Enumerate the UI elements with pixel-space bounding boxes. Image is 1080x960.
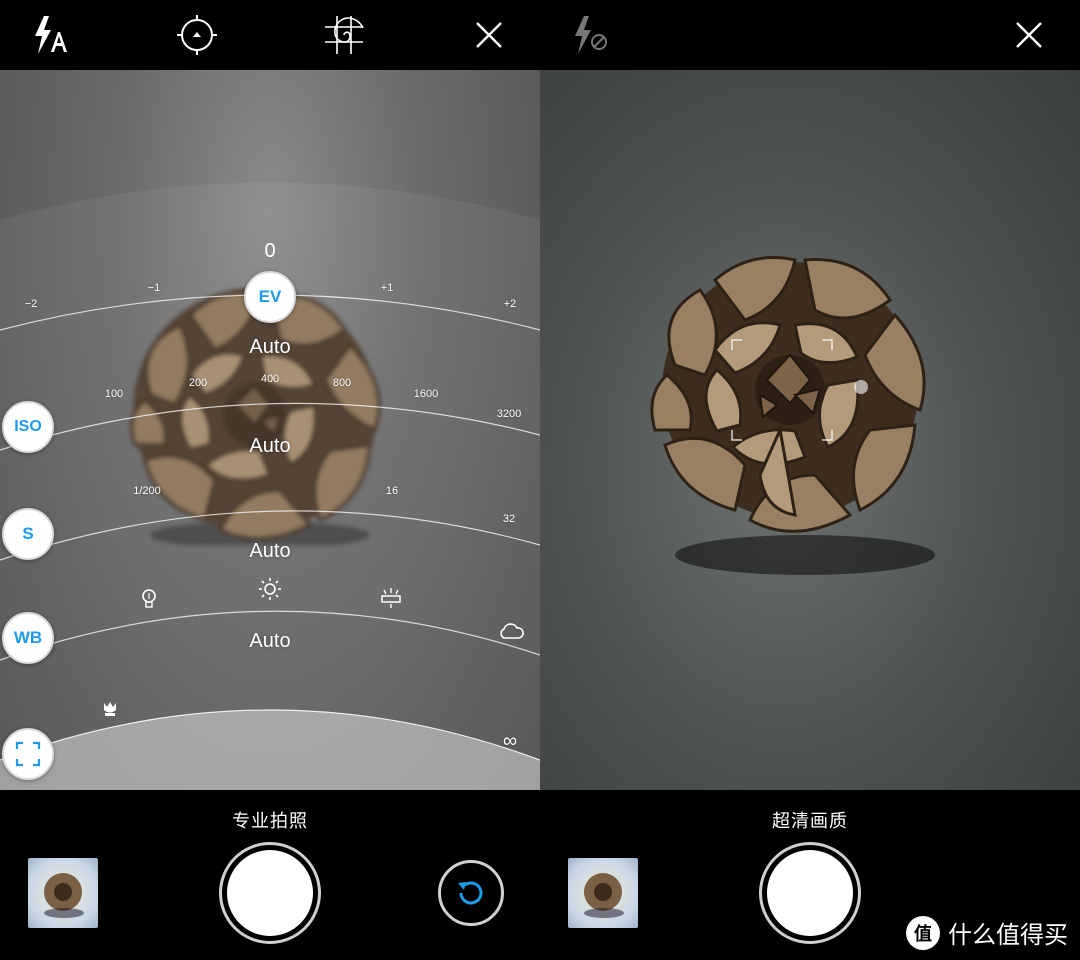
ev-value: 0 — [264, 240, 276, 262]
iso-tick[interactable]: 400 — [261, 373, 279, 385]
daylight-icon[interactable] — [258, 577, 282, 606]
ev-status: Auto — [249, 336, 291, 358]
focus-indicator — [730, 338, 834, 442]
ev-tick: +1 — [380, 282, 394, 294]
golden-spiral-grid-icon[interactable] — [319, 10, 369, 60]
ev-button[interactable]: EV — [244, 271, 296, 323]
viewfinder[interactable]: 0 −2 −1 +1 +2 EV Auto 100 200 400 800 16… — [0, 70, 540, 790]
watermark-text: 什么值得买 — [948, 922, 1068, 949]
mode-label[interactable]: 专业拍照 — [232, 807, 308, 833]
top-toolbar — [540, 0, 1080, 70]
pro-camera-screen: 0 −2 −1 +1 +2 EV Auto 100 200 400 800 16… — [0, 0, 540, 960]
wb-button[interactable]: WB — [2, 612, 54, 664]
shutter-status: Auto — [249, 540, 291, 562]
fluorescent-icon[interactable] — [378, 587, 404, 614]
focus-icon[interactable] — [172, 10, 222, 60]
shutter-tick[interactable]: 16 — [386, 485, 398, 497]
cloudy-icon[interactable] — [498, 622, 524, 645]
focus-frame-icon[interactable] — [2, 728, 54, 780]
close-icon[interactable] — [464, 10, 514, 60]
incandescent-icon[interactable] — [139, 587, 159, 616]
close-icon[interactable] — [1004, 10, 1054, 60]
shutter-button[interactable]: S — [2, 508, 54, 560]
iso-status: Auto — [249, 435, 291, 457]
iso-tick[interactable]: 1600 — [414, 388, 438, 400]
ev-tick: +2 — [503, 298, 517, 310]
pro-controls-overlay: 0 −2 −1 +1 +2 EV Auto 100 200 400 800 16… — [0, 70, 540, 790]
rotate-reset-icon[interactable] — [438, 860, 504, 926]
watermark-logo: 值 — [906, 915, 940, 950]
ev-tick: −2 — [24, 298, 38, 310]
shutter-button[interactable] — [759, 842, 861, 944]
iso-tick[interactable]: 800 — [333, 377, 351, 389]
wb-status: Auto — [249, 630, 291, 652]
exposure-dot[interactable] — [854, 380, 868, 394]
gallery-thumbnail[interactable] — [28, 858, 98, 928]
viewfinder[interactable] — [540, 70, 1080, 790]
gallery-thumbnail[interactable] — [568, 858, 638, 928]
top-toolbar — [0, 0, 540, 70]
watermark: 值 什么值得买 — [906, 915, 1068, 950]
macro-flower-icon[interactable] — [101, 700, 119, 723]
iso-tick[interactable]: 100 — [105, 388, 123, 400]
shutter-button[interactable] — [219, 842, 321, 944]
bottom-controls: 专业拍照 — [0, 790, 540, 960]
parameter-arcs — [0, 182, 540, 790]
shutter-tick[interactable]: 32 — [503, 513, 515, 525]
iso-tick[interactable]: 3200 — [497, 408, 521, 420]
mode-label[interactable]: 超清画质 — [772, 807, 848, 833]
infinity-label[interactable]: ∞ — [503, 730, 517, 753]
iso-button[interactable]: ISO — [2, 401, 54, 453]
hd-camera-screen: 超清画质 值 什么值得买 — [540, 0, 1080, 960]
flash-off-icon[interactable] — [565, 10, 615, 60]
ev-tick: −1 — [147, 282, 161, 294]
flash-auto-icon[interactable] — [25, 10, 75, 60]
iso-tick[interactable]: 200 — [189, 377, 207, 389]
shutter-tick[interactable]: 1/200 — [133, 485, 161, 497]
